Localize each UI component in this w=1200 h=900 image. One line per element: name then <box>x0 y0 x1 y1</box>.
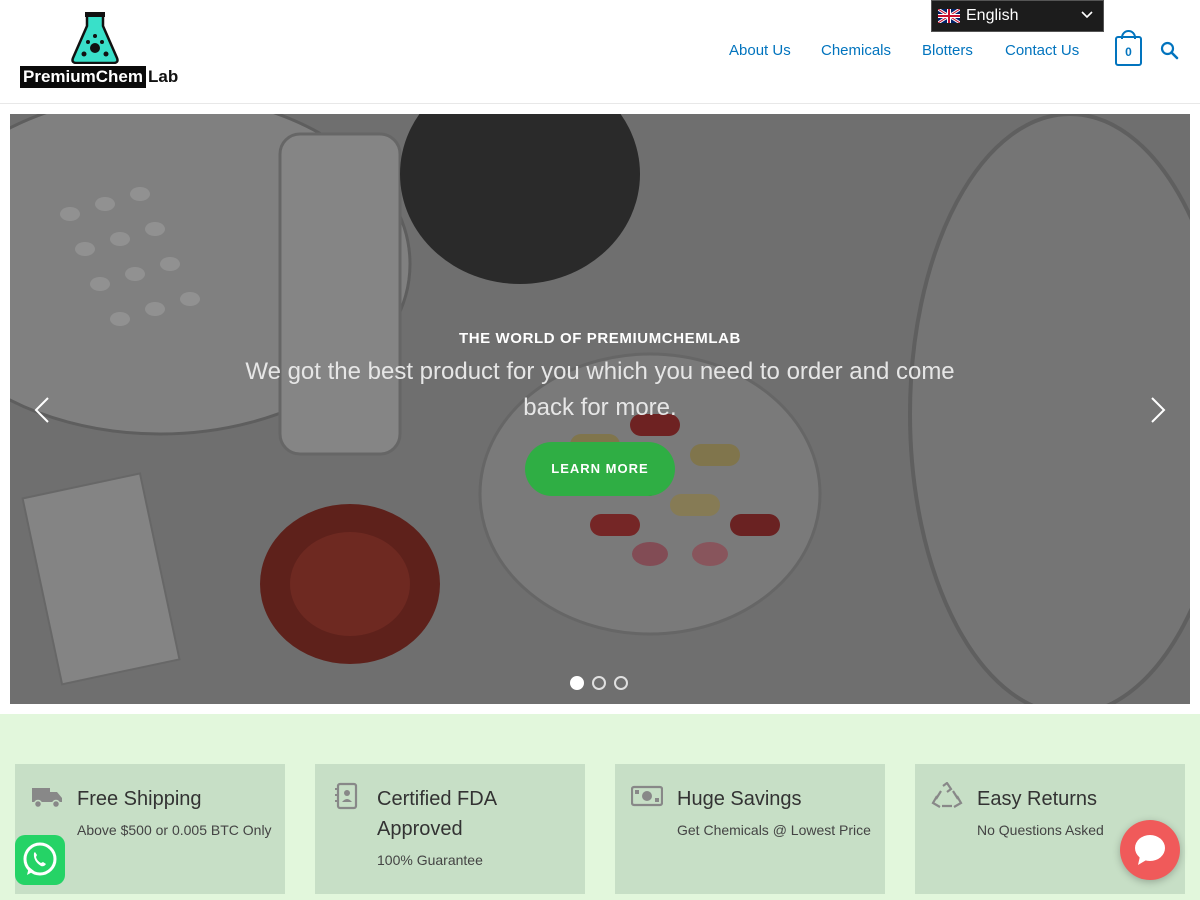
language-selector[interactable]: English <box>931 0 1104 32</box>
language-label: English <box>966 7 1019 24</box>
truck-icon <box>32 788 62 809</box>
nav-blotters[interactable]: Blotters <box>922 40 973 62</box>
slider-next-arrow-icon[interactable] <box>1146 394 1170 426</box>
search-icon[interactable] <box>1160 41 1180 61</box>
certificate-icon <box>335 782 358 810</box>
feature-title: Certified FDA Approved <box>377 788 496 840</box>
slider-dot-2[interactable] <box>592 676 606 690</box>
site-header: PremiumChem Lab About Us Chemicals Blott… <box>0 0 1200 104</box>
cart-count: 0 <box>1125 45 1132 59</box>
whatsapp-button[interactable] <box>15 835 65 885</box>
hero-text: We got the best product for you which yo… <box>245 358 955 421</box>
chat-bubble-icon <box>1135 835 1165 865</box>
hero-kicker: THE WORLD OF PREMIUMCHEMLAB <box>458 330 741 347</box>
slider-dot-3[interactable] <box>614 676 628 690</box>
nav-chemicals[interactable]: Chemicals <box>821 40 891 62</box>
chevron-down-icon <box>1081 11 1093 19</box>
learn-more-button[interactable]: LEARN MORE <box>525 442 675 496</box>
cart-icon[interactable]: 0 <box>1115 36 1142 66</box>
flask-logo-icon <box>71 12 119 64</box>
feature-title: Easy Returns <box>977 788 1098 810</box>
recycle-icon <box>931 782 963 808</box>
logo-wordmark: PremiumChem Lab <box>20 66 178 88</box>
feature-subtitle: 100% Guarantee <box>377 852 483 868</box>
slider-dot-1[interactable] <box>570 676 584 690</box>
feature-subtitle: Get Chemicals @ Lowest Price <box>677 822 871 838</box>
logo-text-lab: Lab <box>147 67 179 86</box>
feature-title: Free Shipping <box>77 788 202 810</box>
nav-contact-us[interactable]: Contact Us <box>1005 40 1079 62</box>
logo-text-premiumchem: PremiumChem <box>20 66 146 88</box>
features-section: Free Shipping Above $500 or 0.005 BTC On… <box>0 714 1200 900</box>
nav-about-us[interactable]: About Us <box>729 40 791 62</box>
feature-title: Huge Savings <box>677 788 802 810</box>
site-logo[interactable]: PremiumChem Lab <box>20 12 190 90</box>
feature-card-certified: Certified FDA Approved 100% Guarantee <box>315 764 585 894</box>
hero-slider: THE WORLD OF PREMIUMCHEMLAB We got the b… <box>10 114 1190 704</box>
feature-subtitle: Above $500 or 0.005 BTC Only <box>77 822 272 838</box>
slider-prev-arrow-icon[interactable] <box>30 394 54 426</box>
money-icon <box>631 785 663 807</box>
uk-flag-icon <box>938 9 960 23</box>
feature-card-huge-savings: Huge Savings Get Chemicals @ Lowest Pric… <box>615 764 885 894</box>
whatsapp-icon <box>23 842 57 876</box>
chat-button[interactable] <box>1120 820 1180 880</box>
slider-pagination <box>570 676 628 690</box>
